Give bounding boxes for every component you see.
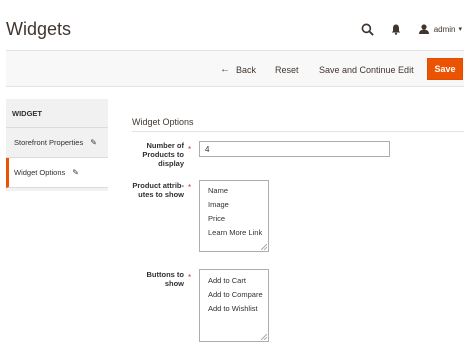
sidebar-item-widget-options[interactable]: Widget Options ✎	[6, 158, 108, 188]
sidebar-title: WIDGET	[6, 99, 108, 128]
required-marker: *	[188, 273, 192, 282]
label-line: Products to	[142, 150, 184, 159]
page-actions-toolbar: ← Back Reset Save and Continue Edit Save	[6, 50, 464, 87]
product-attributes-label: Product attrib- utes to show	[124, 181, 184, 199]
num-products-input[interactable]: 4	[199, 141, 390, 157]
save-and-continue-button[interactable]: Save and Continue Edit	[319, 51, 414, 88]
reset-button[interactable]: Reset	[275, 51, 299, 88]
label-line: Buttons to	[146, 270, 185, 279]
search-icon[interactable]	[360, 21, 376, 37]
label-line: display	[158, 159, 184, 168]
resize-grip-icon[interactable]	[261, 334, 267, 340]
buttons-to-show-label: Buttons to show	[130, 270, 185, 288]
sidebar: WIDGET Storefront Properties ✎ Widget Op…	[6, 99, 108, 191]
list-item[interactable]: Add to Wishlist	[200, 302, 268, 316]
pencil-icon: ✎	[72, 168, 79, 177]
section-divider	[132, 131, 464, 132]
save-button[interactable]: Save	[427, 58, 463, 80]
required-marker: *	[188, 145, 192, 154]
list-item[interactable]: Add to Cart	[200, 274, 268, 288]
product-attributes-multiselect[interactable]: Name Image Price Learn More Link	[199, 180, 269, 252]
header-actions: admin ▾	[360, 20, 462, 38]
num-products-label: Number of Products to display	[130, 141, 184, 168]
required-marker: *	[188, 183, 192, 192]
label-line: Product attrib-	[132, 181, 184, 190]
resize-grip-icon[interactable]	[261, 244, 267, 250]
user-icon[interactable]	[419, 24, 430, 35]
page-title: Widgets	[6, 19, 72, 39]
sidebar-item-label: Widget Options	[14, 168, 66, 177]
list-item[interactable]: Name	[200, 184, 268, 198]
back-button-label: Back	[236, 64, 257, 75]
sidebar-item-storefront-properties[interactable]: Storefront Properties ✎	[6, 128, 108, 158]
arrow-left-icon: ←	[220, 64, 230, 75]
list-item[interactable]: Image	[200, 198, 268, 212]
buttons-to-show-multiselect[interactable]: Add to Cart Add to Compare Add to Wishli…	[199, 269, 269, 342]
bell-icon[interactable]	[390, 23, 402, 35]
list-item[interactable]: Add to Compare	[200, 288, 268, 302]
label-line: show	[164, 279, 184, 288]
label-line: Number of	[146, 141, 185, 150]
back-button[interactable]: ← Back	[220, 51, 256, 88]
pencil-icon: ✎	[90, 138, 97, 147]
user-menu-label[interactable]: admin	[434, 25, 456, 34]
section-title: Widget Options	[132, 117, 194, 127]
label-line: utes to show	[138, 190, 184, 199]
list-item[interactable]: Price	[200, 212, 268, 226]
sidebar-item-label: Storefront Properties	[14, 138, 84, 147]
caret-down-icon[interactable]: ▾	[458, 25, 462, 33]
list-item[interactable]: Learn More Link	[200, 226, 268, 240]
